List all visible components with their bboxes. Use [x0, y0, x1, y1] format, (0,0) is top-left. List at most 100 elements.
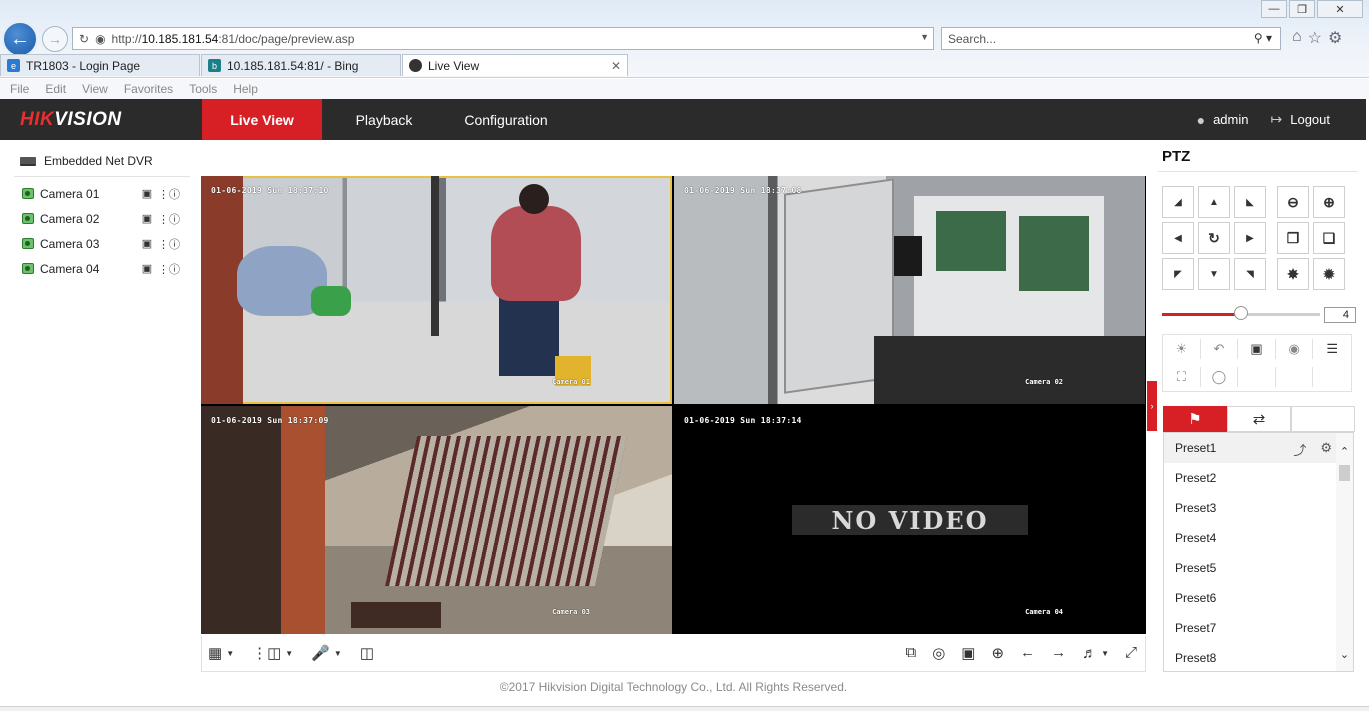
home-icon[interactable]: ⌂ [1292, 28, 1302, 48]
chevron-down-icon[interactable]: ⌄ [1336, 646, 1353, 663]
ptz-up-left-button[interactable]: ◢ [1162, 186, 1194, 218]
light-icon[interactable]: ☀ [1163, 339, 1201, 359]
menu-view[interactable]: View [82, 82, 108, 96]
menu-favorites[interactable]: Favorites [124, 82, 173, 96]
ptz-speed-slider[interactable] [1162, 306, 1320, 320]
list-item[interactable]: Preset5 [1164, 553, 1336, 583]
stream-settings-icon[interactable]: ⋮ⓘ [158, 238, 180, 251]
back-button[interactable]: ← [2, 21, 38, 57]
search-input[interactable]: Search... ⚲ ▾ [941, 27, 1281, 50]
window-layout-button[interactable]: ▦ ▼ [208, 644, 234, 662]
previous-page-icon[interactable]: ← [1020, 644, 1035, 662]
close-window-button[interactable]: ✕ [1317, 0, 1363, 18]
manual-tracking-icon[interactable]: ⛶ [1163, 367, 1201, 387]
search-icon[interactable]: ⚲ ▾ [1254, 31, 1272, 45]
stop-all-preview-icon[interactable]: ⧉ [905, 644, 916, 662]
list-item[interactable]: Preset6 [1164, 583, 1336, 613]
tab-patrol[interactable]: ⇄ [1227, 406, 1291, 432]
capture-camera-icon[interactable]: ◎ [932, 644, 945, 662]
video-cell-camera-03[interactable]: 01-06-2019 Sun 18:37:09 Camera 03 [201, 406, 672, 634]
tree-root-dvr[interactable]: Embedded Net DVR [14, 150, 190, 172]
audio-talk-button[interactable]: 🎤 ▼ [311, 644, 342, 662]
stream-settings-icon[interactable]: ⋮ⓘ [158, 188, 180, 201]
tab-bing[interactable]: b 10.185.181.54:81/ - Bing [201, 54, 401, 76]
user-menu[interactable]: ● admin [1197, 112, 1249, 128]
list-item[interactable]: Preset8 [1164, 643, 1336, 671]
menu-icon[interactable]: ☰ [1313, 339, 1351, 359]
forward-button[interactable]: → [42, 26, 68, 52]
focus-near-button[interactable]: ❐ [1277, 222, 1309, 254]
slider-knob[interactable] [1234, 306, 1248, 320]
lens-init-icon[interactable]: ◉ [1276, 339, 1314, 359]
nav-playback[interactable]: Playback [322, 99, 446, 140]
collapse-panel-button[interactable]: › [1147, 381, 1157, 431]
iris-open-button[interactable]: ✹ [1313, 258, 1345, 290]
list-item[interactable]: Preset2 [1164, 463, 1336, 493]
stream-settings-icon[interactable]: ⋮ⓘ [158, 263, 180, 276]
record-icon[interactable]: ▣ [140, 188, 154, 200]
record-video-icon[interactable]: ▣ [961, 644, 975, 662]
ptz-down-left-button[interactable]: ◤ [1162, 258, 1194, 290]
list-item[interactable]: Preset3 [1164, 493, 1336, 523]
logout-button[interactable]: ↦ Logout [1271, 111, 1331, 128]
preview-all-button[interactable]: ◫ [360, 644, 374, 662]
ptz-up-right-button[interactable]: ◣ [1234, 186, 1266, 218]
zoom-in-button[interactable]: ⊕ [1313, 186, 1345, 218]
scrollbar[interactable]: ⌃ ⌄ [1336, 433, 1353, 671]
volume-button[interactable]: ♬ ▼ [1082, 644, 1109, 662]
stream-type-button[interactable]: ⋮◫ ▼ [252, 644, 293, 662]
ptz-right-button[interactable]: ▶ [1234, 222, 1266, 254]
call-preset-icon[interactable]: ⤴ [1293, 440, 1306, 459]
focus-far-button[interactable]: ❏ [1313, 222, 1345, 254]
menu-tools[interactable]: Tools [189, 82, 217, 96]
scrollbar-thumb[interactable] [1339, 465, 1350, 481]
record-icon[interactable]: ▣ [140, 263, 154, 275]
menu-help[interactable]: Help [233, 82, 258, 96]
digital-zoom-icon[interactable]: ⊕ [991, 644, 1004, 662]
video-cell-camera-02[interactable]: 01-06-2019 Sun 18:37:08 Camera 02 [674, 176, 1145, 404]
nav-live-view[interactable]: Live View [202, 99, 322, 140]
tab-presets[interactable]: ⚑ [1163, 406, 1227, 432]
fullscreen-icon[interactable]: ⤢ [1125, 644, 1137, 662]
video-cell-camera-04[interactable]: 01-06-2019 Sun 18:37:14 NO VIDEO Camera … [674, 406, 1145, 634]
record-icon[interactable]: ▣ [140, 238, 154, 250]
next-page-icon[interactable]: → [1051, 644, 1066, 662]
camera-row[interactable]: Camera 01 ▣ ⋮ⓘ [14, 181, 190, 206]
close-tab-icon[interactable]: ✕ [611, 59, 621, 73]
restore-button[interactable]: ❐ [1289, 0, 1315, 18]
tab-label: TR1803 - Login Page [26, 58, 141, 73]
favorites-star-icon[interactable]: ☆ [1308, 28, 1322, 48]
ptz-down-right-button[interactable]: ◥ [1234, 258, 1266, 290]
gear-icon[interactable]: ⚙ [1328, 28, 1342, 48]
tab-login-page[interactable]: e TR1803 - Login Page [0, 54, 200, 76]
stream-settings-icon[interactable]: ⋮ⓘ [158, 213, 180, 226]
camera-row[interactable]: Camera 03 ▣ ⋮ⓘ [14, 231, 190, 256]
ptz-down-button[interactable]: ▼ [1198, 258, 1230, 290]
ptz-left-button[interactable]: ◀ [1162, 222, 1194, 254]
menu-file[interactable]: File [10, 82, 29, 96]
auto-focus-icon[interactable]: ▣ [1238, 339, 1276, 359]
zoom-out-button[interactable]: ⊖ [1277, 186, 1309, 218]
wiper-icon[interactable]: ↶ [1201, 339, 1239, 359]
refresh-icon[interactable]: ↻ [79, 32, 89, 46]
tab-pattern[interactable] [1291, 406, 1355, 432]
iris-close-button[interactable]: ✸ [1277, 258, 1309, 290]
ptz-up-button[interactable]: ▲ [1198, 186, 1230, 218]
chevron-up-icon[interactable]: ⌃ [1336, 443, 1353, 460]
menu-edit[interactable]: Edit [45, 82, 66, 96]
video-cell-camera-01[interactable]: 01-06-2019 Sun 18:37:10 Camera 01 [201, 176, 672, 404]
nav-configuration[interactable]: Configuration [446, 99, 566, 140]
3d-positioning-icon[interactable]: ◯ [1201, 367, 1239, 387]
camera-row[interactable]: Camera 02 ▣ ⋮ⓘ [14, 206, 190, 231]
minimize-button[interactable]: — [1261, 0, 1287, 18]
ptz-auto-scan-button[interactable]: ↻ [1198, 222, 1230, 254]
address-bar[interactable]: ↻ ◉ http://10.185.181.54:81/doc/page/pre… [72, 27, 934, 50]
list-item[interactable]: Preset7 [1164, 613, 1336, 643]
list-item[interactable]: Preset1 ⤴ ⚙ [1164, 433, 1336, 463]
address-dropdown-icon[interactable]: ▼ [920, 32, 929, 42]
tab-live-view[interactable]: Live View ✕ [402, 54, 628, 76]
list-item[interactable]: Preset4 [1164, 523, 1336, 553]
camera-row[interactable]: Camera 04 ▣ ⋮ⓘ [14, 256, 190, 281]
record-icon[interactable]: ▣ [140, 213, 154, 225]
gear-icon[interactable]: ⚙ [1320, 440, 1332, 459]
